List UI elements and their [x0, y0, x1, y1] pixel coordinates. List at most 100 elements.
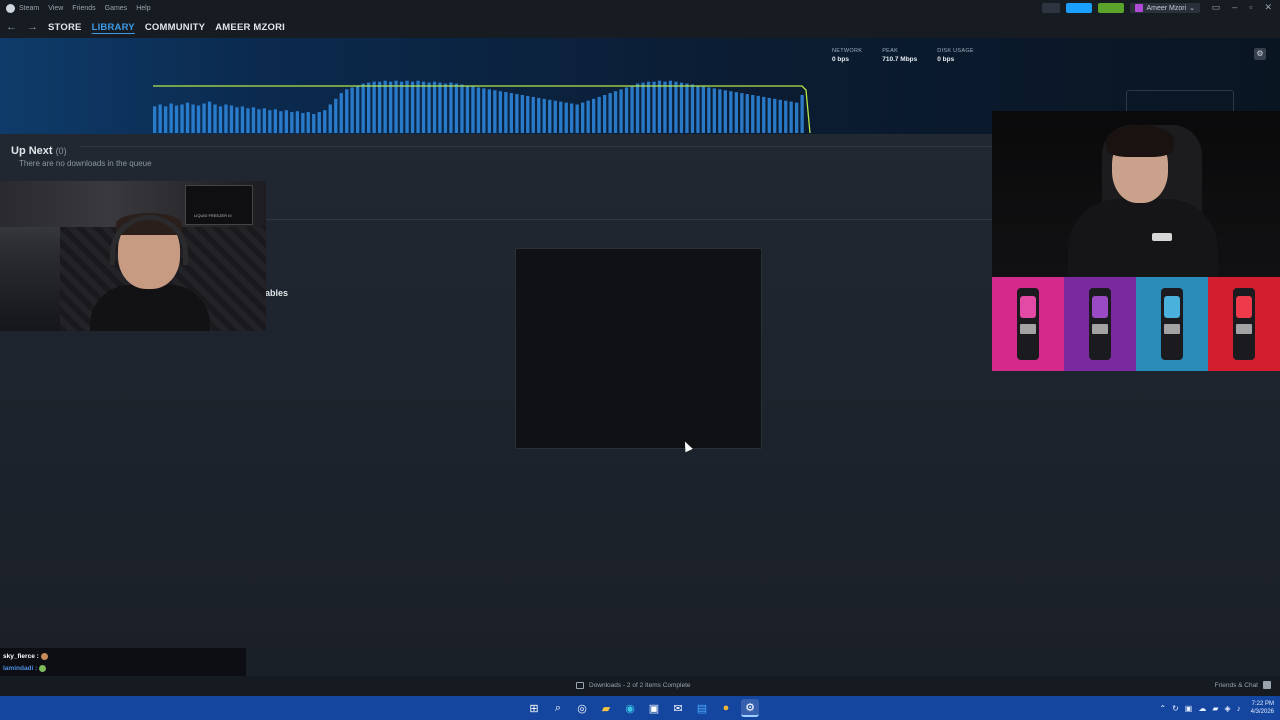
back-arrow-icon[interactable]: ←: [6, 21, 17, 33]
download-bar: [328, 104, 332, 133]
network-value: 0 bps: [832, 56, 849, 63]
disk-label: DISK USAGE: [937, 48, 974, 54]
download-bar: [493, 90, 497, 134]
gear-icon[interactable]: ⚙: [1254, 48, 1266, 60]
download-bar: [674, 81, 678, 133]
tray-app-icon[interactable]: ▣: [1185, 704, 1193, 713]
steam-taskbar-icon[interactable]: ⚙: [741, 699, 759, 717]
download-bar: [218, 106, 223, 133]
cloud-icon[interactable]: ☁: [1198, 704, 1206, 713]
file-explorer-icon[interactable]: ▰: [597, 699, 615, 717]
picture-in-picture-icon[interactable]: ▭: [1212, 2, 1221, 13]
person-hair: [1106, 125, 1174, 157]
broadcast-icon[interactable]: [1042, 3, 1061, 13]
download-bar: [509, 93, 513, 133]
download-bar: [229, 105, 234, 133]
download-bar: [613, 91, 618, 133]
menu-help[interactable]: Help: [136, 5, 150, 12]
clock-date: 4/3/2026: [1250, 709, 1274, 715]
outlook-icon[interactable]: ▤: [693, 699, 711, 717]
download-bar: [224, 104, 228, 133]
minimize-button[interactable]: –: [1232, 2, 1237, 13]
download-bar: [196, 105, 201, 133]
download-bar: [465, 85, 470, 133]
start-icon[interactable]: ⊞: [525, 699, 543, 717]
download-bar: [443, 83, 448, 133]
wallet-button[interactable]: [1098, 3, 1125, 13]
download-bar: [273, 109, 277, 134]
volume-icon[interactable]: ♪: [1237, 704, 1241, 713]
disk-stat: DISK USAGE 0 bps: [937, 48, 974, 63]
download-bar: [306, 112, 310, 133]
streamer-person: [90, 209, 210, 331]
download-bar: [526, 95, 530, 133]
emote-icon: [40, 652, 48, 660]
peak-stat: PEAK 710.7 Mbps: [882, 48, 917, 63]
webcam-overlay-left: LIQUID FREEZER III: [0, 181, 266, 331]
network-icon[interactable]: ◈: [1224, 704, 1230, 713]
nav-profile[interactable]: AMEER MZORI: [215, 22, 285, 33]
window-controls: ▭ – ▫ ✕: [1212, 2, 1272, 13]
download-bar: [504, 92, 508, 133]
download-bar: [668, 80, 673, 133]
forward-arrow-icon[interactable]: →: [27, 21, 38, 33]
nav-library[interactable]: LIBRARY: [92, 22, 135, 33]
download-bar: [383, 80, 387, 133]
download-bar: [262, 108, 266, 133]
menu-games[interactable]: Games: [105, 5, 128, 12]
download-bar: [564, 102, 568, 133]
mail-icon[interactable]: ✉: [669, 699, 687, 717]
download-bar: [202, 103, 206, 133]
downloads-icon: [576, 682, 584, 689]
download-bar: [213, 104, 217, 133]
empty-dialog: [515, 248, 762, 449]
download-bar: [290, 112, 294, 133]
account-name: Ameer Mzori: [1146, 4, 1187, 12]
chevron-up-icon[interactable]: ⌃: [1159, 704, 1166, 713]
nvidia-icon[interactable]: ▰: [1212, 704, 1218, 713]
download-bar: [570, 103, 574, 133]
up-next-title: Up Next: [11, 145, 53, 157]
search-icon[interactable]: ⌕: [549, 699, 567, 717]
menu-friends[interactable]: Friends: [72, 5, 95, 12]
account-menu[interactable]: Ameer Mzori ⌄: [1130, 3, 1200, 13]
sync-icon[interactable]: ↻: [1172, 704, 1179, 713]
download-bar: [410, 81, 415, 133]
person-body: [1068, 199, 1218, 277]
nav-store[interactable]: STORE: [48, 22, 82, 33]
clock[interactable]: 7:22 PM 4/3/2026: [1251, 700, 1274, 716]
download-bar: [416, 80, 420, 133]
friends-chat-icon[interactable]: [1263, 681, 1271, 689]
download-bar: [795, 102, 799, 133]
copilot-icon[interactable]: ◎: [573, 699, 591, 717]
notifications-button[interactable]: [1066, 3, 1093, 13]
menu-view[interactable]: View: [48, 5, 63, 12]
download-bar: [515, 94, 519, 133]
download-bar: [378, 81, 382, 133]
chat-message: sky_fierce :: [3, 650, 243, 662]
nav-community[interactable]: COMMUNITY: [145, 22, 205, 33]
download-bar: [185, 102, 190, 133]
download-bar: [460, 84, 464, 133]
menu-steam[interactable]: Steam: [19, 5, 39, 12]
friends-chat-button[interactable]: Friends & Chat: [1215, 682, 1258, 689]
maximize-button[interactable]: ▫: [1249, 2, 1252, 13]
download-bar: [339, 93, 343, 133]
download-bar: [153, 106, 157, 133]
chrome-icon[interactable]: ●: [717, 699, 735, 717]
download-bar: [778, 99, 782, 134]
downloads-status[interactable]: Downloads - 2 of 2 Items Complete: [576, 682, 691, 689]
download-bar: [712, 88, 716, 133]
download-bar: [246, 108, 250, 133]
download-bar: [240, 106, 245, 133]
network-stat: NETWORK 0 bps: [832, 48, 862, 63]
download-bar: [482, 88, 486, 133]
download-bar: [767, 97, 771, 133]
person-body: [90, 285, 210, 331]
close-button[interactable]: ✕: [1264, 2, 1272, 13]
chevron-down-icon: ⌄: [1189, 5, 1195, 12]
download-bar: [295, 111, 299, 134]
edge-icon[interactable]: ◉: [621, 699, 639, 717]
store-icon[interactable]: ▣: [645, 699, 663, 717]
download-bar: [685, 83, 689, 133]
